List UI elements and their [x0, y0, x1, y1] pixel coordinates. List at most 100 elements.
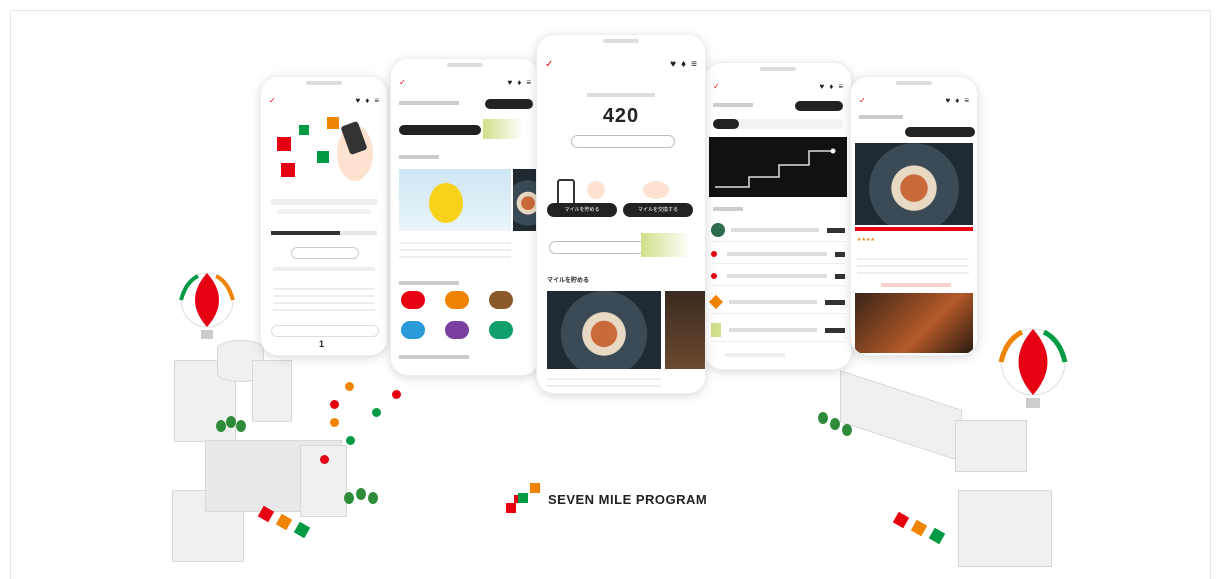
- category-tile[interactable]: [401, 291, 425, 309]
- dot: [392, 390, 401, 399]
- drink-image[interactable]: [665, 291, 705, 369]
- filter-pill[interactable]: [905, 127, 975, 137]
- collect-button[interactable]: [399, 125, 481, 135]
- counter-value: 1: [319, 339, 325, 349]
- article-text: [857, 253, 969, 279]
- heart-icon[interactable]: ♥: [670, 59, 676, 70]
- header-icons: ♥ ♦ ≡: [355, 96, 379, 105]
- link-account-button[interactable]: [549, 241, 645, 254]
- history-row[interactable]: [711, 245, 845, 264]
- building-r1: [955, 420, 1027, 472]
- app-logo: ✓: [545, 58, 554, 70]
- collect-miles-button[interactable]: マイルを貯める: [547, 203, 617, 217]
- section-heading: [399, 355, 469, 359]
- tab-bar: [713, 119, 843, 129]
- star-rating: ★★★★: [857, 237, 875, 243]
- tile-green: [317, 151, 329, 163]
- hand-illustration: [587, 181, 605, 199]
- article-text: [547, 373, 661, 387]
- article-text: [399, 237, 511, 261]
- brand-name: SEVEN MILE PROGRAM: [548, 491, 708, 507]
- row-text: [727, 274, 827, 278]
- phone-2: ✓ ♥ ♦ ≡: [390, 58, 540, 376]
- app-logo: ✓: [859, 95, 866, 105]
- row-value: [835, 251, 845, 257]
- phone-notch: [603, 39, 639, 43]
- tree: [842, 424, 852, 436]
- miles-history-button[interactable]: [571, 135, 675, 148]
- header-pill-button[interactable]: [485, 99, 533, 109]
- row-text: [731, 228, 819, 232]
- tab-active[interactable]: [713, 119, 739, 129]
- hero-illustration: [269, 117, 379, 187]
- menu-icon[interactable]: ≡: [838, 82, 843, 91]
- heart-icon[interactable]: ♥: [355, 96, 360, 105]
- menu-icon[interactable]: ≡: [374, 96, 379, 105]
- bell-icon[interactable]: ♦: [829, 82, 833, 91]
- heart-icon[interactable]: ♥: [945, 96, 950, 105]
- tile-orange: [327, 117, 339, 129]
- phone-3: ✓ ♥ ♦ ≡ 420 マイルを貯める マイルを交換する マイルを貯める: [536, 34, 706, 394]
- miles-graph: [709, 137, 847, 197]
- row-text: [729, 300, 817, 304]
- read-more-link[interactable]: [881, 283, 951, 287]
- balloon-left: [178, 272, 236, 347]
- heart-icon[interactable]: ♥: [507, 78, 512, 87]
- accent-bar: [855, 227, 973, 231]
- bell-icon[interactable]: ♦: [517, 78, 521, 87]
- text-line: [277, 209, 371, 214]
- row-value: [827, 227, 845, 233]
- row-text: [727, 252, 827, 256]
- text-block: [273, 283, 375, 313]
- food-image[interactable]: [547, 291, 661, 369]
- dot-icon: [711, 273, 717, 279]
- shop-building: [958, 490, 1052, 567]
- section-heading: [399, 281, 459, 285]
- history-row[interactable]: [708, 291, 845, 314]
- phone-1: ✓ ♥ ♦ ≡ 1: [260, 76, 388, 356]
- counter-field[interactable]: [271, 325, 379, 337]
- category-tile[interactable]: [489, 291, 513, 309]
- brand-lockup: SEVEN MILE PROGRAM: [506, 483, 707, 515]
- heart-icon[interactable]: ♥: [819, 82, 824, 91]
- dot: [346, 436, 355, 445]
- category-tile[interactable]: [445, 291, 469, 309]
- exchange-miles-button[interactable]: マイルを交換する: [623, 203, 693, 217]
- tile-green: [299, 125, 309, 135]
- feature-image-2[interactable]: [855, 293, 973, 353]
- dot: [320, 455, 329, 464]
- bell-icon[interactable]: ♦: [365, 96, 369, 105]
- food-feature-image[interactable]: [855, 143, 973, 225]
- bell-icon[interactable]: ♦: [955, 96, 959, 105]
- history-row[interactable]: [711, 219, 845, 242]
- filter-pill[interactable]: [795, 101, 843, 111]
- option-button[interactable]: [291, 247, 359, 259]
- bell-icon[interactable]: ♦: [681, 59, 686, 70]
- phone-header: ✓ ♥ ♦ ≡: [859, 93, 969, 107]
- phone-4: ✓ ♥ ♦ ≡: [704, 62, 852, 370]
- history-row[interactable]: [711, 267, 845, 286]
- phone-header: ✓ ♥ ♦ ≡: [713, 79, 843, 93]
- illustration-row: [551, 175, 691, 207]
- category-tile[interactable]: [401, 321, 425, 339]
- partner-icon: [711, 323, 721, 337]
- progress-fill: [271, 231, 340, 235]
- tile-red: [277, 137, 291, 151]
- dot: [330, 418, 339, 427]
- phone-notch: [306, 81, 342, 85]
- row-value: [825, 327, 845, 333]
- lemon-article-image[interactable]: [399, 169, 511, 231]
- lemon: [429, 183, 463, 223]
- text-line: [273, 267, 375, 271]
- menu-icon[interactable]: ≡: [526, 78, 531, 87]
- section-heading: [713, 103, 753, 107]
- category-tile[interactable]: [489, 321, 513, 339]
- app-logo: ✓: [269, 95, 276, 105]
- history-row[interactable]: [711, 319, 845, 342]
- menu-icon[interactable]: ≡: [964, 96, 969, 105]
- brand-logo-icon: [506, 483, 540, 513]
- phone-5: ✓ ♥ ♦ ≡ ★★★★: [850, 76, 978, 356]
- category-tile[interactable]: [445, 321, 469, 339]
- menu-icon[interactable]: ≡: [691, 59, 697, 70]
- progress-track: [271, 231, 377, 235]
